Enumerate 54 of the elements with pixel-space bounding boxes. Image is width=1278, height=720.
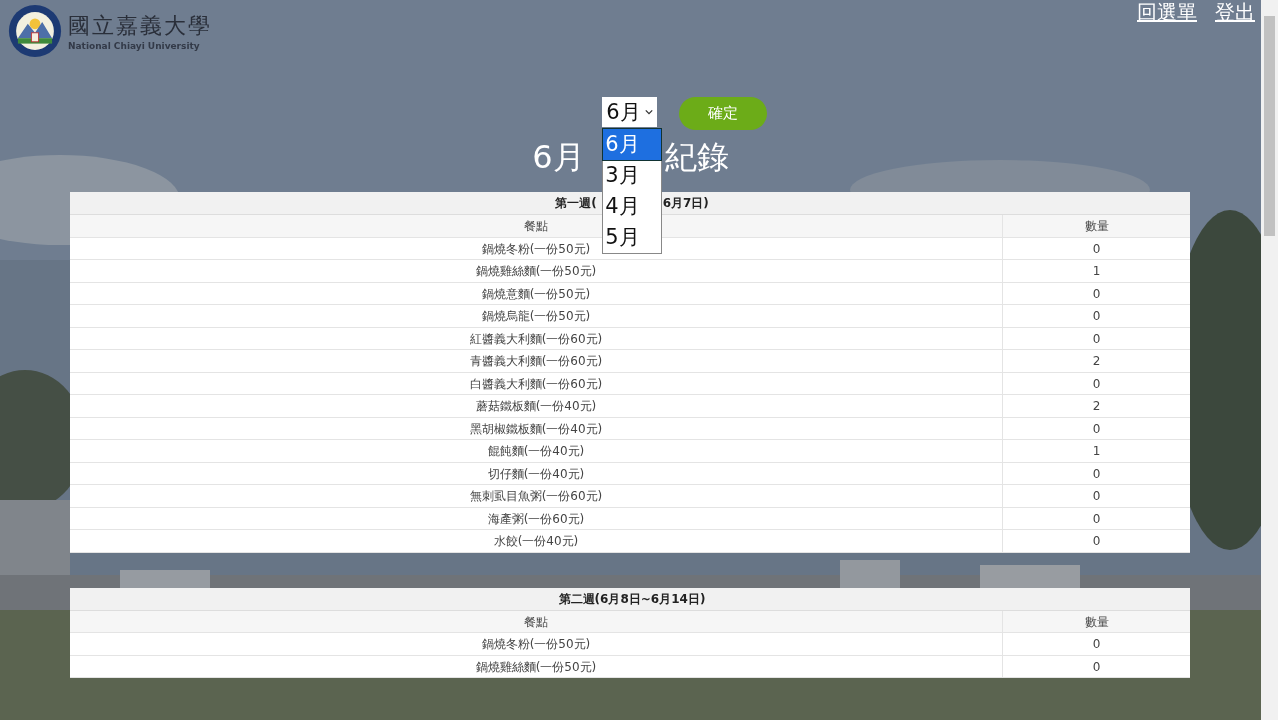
meal-name: 鍋燒冬粉(一份50元) <box>481 241 591 256</box>
meal-name: 紅醬義大利麵(一份60元) <box>469 331 603 346</box>
meal-name: 鍋燒烏龍(一份50元) <box>481 309 591 323</box>
quantity: 1 <box>1092 264 1101 278</box>
week-heading: 第一週( <box>555 195 597 212</box>
quantity: 0 <box>1092 241 1101 256</box>
meal-name: 鍋燒雞絲麵(一份50元) <box>475 264 597 278</box>
quantity: 2 <box>1092 399 1101 413</box>
quantity: 2 <box>1092 354 1101 368</box>
quantity: 0 <box>1092 421 1101 436</box>
meal-name: 水餃(一份40元) <box>493 534 579 548</box>
column-header: 數量 <box>1084 614 1109 629</box>
page-title: 6月 <box>532 137 585 178</box>
quantity: 0 <box>1092 511 1101 526</box>
meal-name: 青醬義大利麵(一份60元) <box>469 354 603 368</box>
month-option[interactable]: 3月 <box>603 160 662 191</box>
quantity: 1 <box>1092 444 1101 458</box>
logo-name: 國立嘉義大學 <box>68 12 212 40</box>
scrollbar[interactable] <box>1261 0 1278 720</box>
month-option[interactable]: 4月 <box>603 191 662 222</box>
quantity: 0 <box>1092 489 1101 503</box>
quantity: 0 <box>1092 376 1101 391</box>
column-header: 餐點 <box>524 219 548 233</box>
meal-name: 白醬義大利麵(一份60元) <box>469 376 603 391</box>
quantity: 0 <box>1092 637 1101 651</box>
week-heading: 第二週(6月8日~6月14日) <box>558 590 706 608</box>
meal-name: 餛飩麵(一份40元) <box>487 444 585 458</box>
week-heading: 6月7日) <box>662 195 709 212</box>
column-header: 餐點 <box>524 614 548 629</box>
quantity: 0 <box>1092 466 1101 481</box>
meal-name: 無刺虱目魚粥(一份60元) <box>469 489 603 503</box>
meal-name: 鍋燒雞絲麵(一份50元) <box>475 659 597 674</box>
quantity: 0 <box>1092 659 1101 674</box>
logo-subtitle: National Chiayi University <box>68 41 201 51</box>
caret-icon <box>644 109 653 115</box>
meal-name: 鍋燒冬粉(一份50元) <box>481 637 591 651</box>
month-option[interactable]: 6月 <box>603 129 662 160</box>
column-header: 數量 <box>1084 219 1109 233</box>
quantity: 0 <box>1092 534 1101 548</box>
meal-name: 黑胡椒鐵板麵(一份40元) <box>469 421 603 436</box>
quantity: 0 <box>1092 286 1101 301</box>
month-option[interactable]: 5月 <box>603 222 662 253</box>
meal-name: 海產粥(一份60元) <box>487 511 585 526</box>
nav-link[interactable]: 回選單 <box>1137 0 1197 24</box>
page-title: 紀錄 <box>664 137 729 178</box>
quantity: 0 <box>1092 309 1101 323</box>
university-seal-icon <box>8 4 62 58</box>
meal-name: 鍋燒意麵(一份50元) <box>481 286 591 301</box>
quantity: 0 <box>1092 331 1101 346</box>
meal-name: 蘑菇鐵板麵(一份40元) <box>475 399 597 413</box>
month-select[interactable]: 6月 <box>602 97 657 127</box>
meal-name: 切仔麵(一份40元) <box>487 466 585 481</box>
nav-link[interactable]: 登出 <box>1215 0 1255 24</box>
scrollbar-thumb[interactable] <box>1264 16 1275 236</box>
